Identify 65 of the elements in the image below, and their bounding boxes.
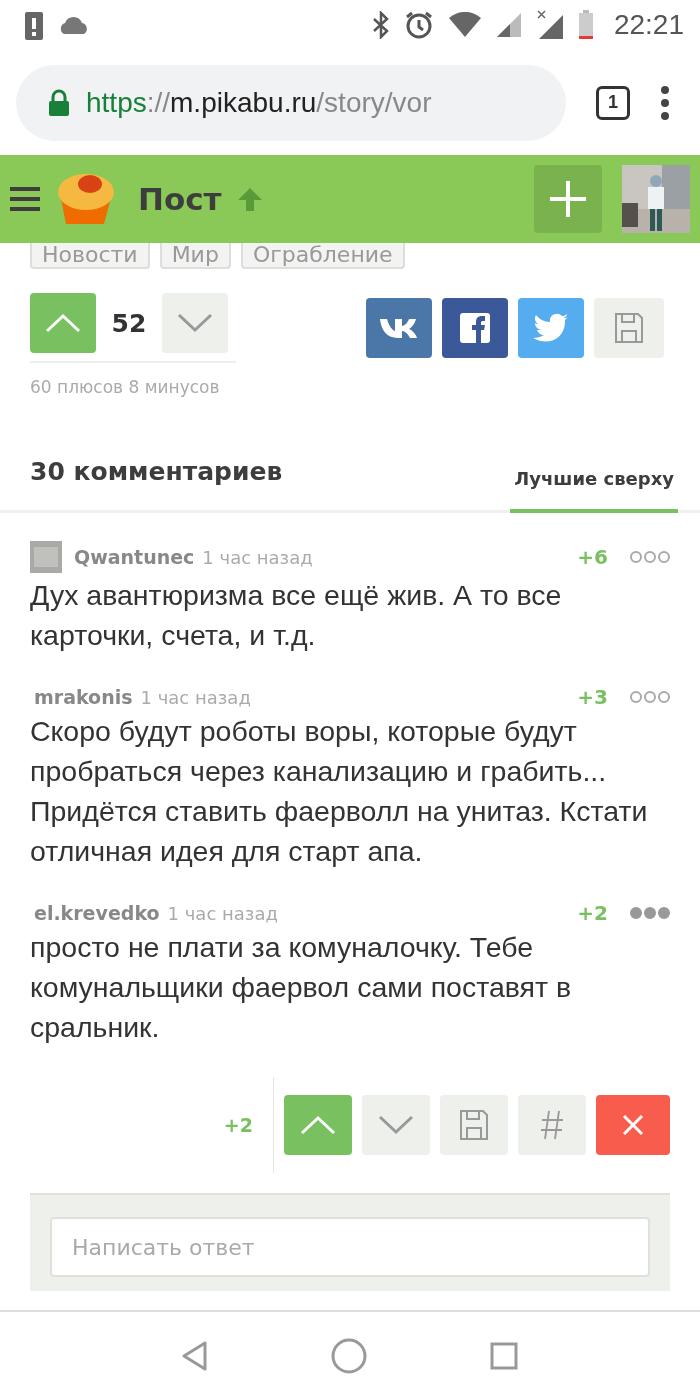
comment-rating: +2 bbox=[577, 901, 608, 925]
tag-link[interactable]: Ограбление bbox=[240, 243, 405, 269]
comment-rating: +2 bbox=[223, 1114, 253, 1136]
upvote-button[interactable] bbox=[284, 1095, 352, 1155]
add-post-button[interactable] bbox=[534, 165, 602, 233]
comment-time: 1 час назад bbox=[140, 686, 251, 708]
comment-text: Скоро будут роботы воры, которые будут пробраться через канализацию и грабить... Придётся ставить фаерволл на унитаз. Кстати отличная идея для старт апа. bbox=[30, 714, 649, 869]
reply-field[interactable]: Написать ответ bbox=[50, 1217, 650, 1277]
comment-text: просто не плати за комуналочку. Тебе комунальщики фаервол сами поставят в сральник. bbox=[30, 930, 573, 1045]
save-button[interactable] bbox=[440, 1095, 508, 1155]
downvote-button[interactable] bbox=[362, 1095, 430, 1155]
clock-time: 22:21 bbox=[613, 9, 684, 41]
bird-icon bbox=[533, 313, 569, 343]
comment-text: Дух авантюризма все ещё жив. А то все карточки, счета, и т.д. bbox=[30, 578, 563, 653]
close-icon bbox=[622, 1114, 644, 1136]
vk-logo-icon bbox=[379, 317, 419, 339]
tag-link[interactable]: Новости bbox=[30, 243, 150, 269]
hash-icon bbox=[540, 1109, 564, 1141]
vk-share-button[interactable] bbox=[366, 298, 432, 358]
chevron-up-icon bbox=[45, 313, 81, 333]
chevron-down-icon bbox=[177, 313, 213, 333]
avatar-icon[interactable] bbox=[30, 541, 62, 573]
downvote-button[interactable] bbox=[162, 293, 228, 353]
facebook-share-button[interactable] bbox=[442, 298, 508, 358]
signal-icon bbox=[535, 10, 564, 40]
comment-time: 1 час назад bbox=[167, 902, 278, 924]
upvote-button[interactable] bbox=[30, 293, 96, 353]
lock-icon bbox=[48, 88, 70, 117]
comment-time: 1 час назад bbox=[202, 546, 313, 568]
more-options-icon[interactable] bbox=[630, 690, 670, 704]
more-options-icon[interactable] bbox=[630, 550, 670, 564]
twitter-share-button[interactable] bbox=[518, 298, 584, 358]
recents-icon[interactable] bbox=[489, 1341, 520, 1371]
wifi-icon bbox=[447, 12, 482, 38]
more-options-icon[interactable] bbox=[630, 906, 670, 920]
menu-icon[interactable] bbox=[10, 187, 40, 211]
close-button[interactable] bbox=[596, 1095, 670, 1155]
comments-count: 30 комментариев bbox=[30, 457, 283, 488]
alarm-icon bbox=[403, 10, 434, 40]
home-icon[interactable] bbox=[330, 1337, 368, 1375]
tag-link[interactable]: Мир bbox=[159, 243, 231, 269]
comment-author[interactable]: mrakonis bbox=[34, 686, 133, 708]
cloud-icon bbox=[58, 15, 90, 35]
link-button[interactable] bbox=[518, 1095, 586, 1155]
signal-icon bbox=[495, 12, 522, 38]
bluetooth-icon bbox=[371, 11, 390, 39]
chevron-down-icon bbox=[378, 1115, 414, 1135]
tab-count-button[interactable]: 1 bbox=[596, 85, 630, 120]
save-button[interactable] bbox=[594, 298, 664, 358]
comment-rating: +3 bbox=[577, 685, 608, 709]
comment-author[interactable]: el.krevedko bbox=[34, 902, 160, 924]
battery-icon bbox=[577, 10, 594, 40]
sort-tab[interactable]: Лучшие сверху bbox=[510, 468, 678, 513]
battery-alert-icon bbox=[24, 10, 44, 40]
chevron-up-icon bbox=[300, 1115, 336, 1135]
more-menu-icon[interactable] bbox=[660, 85, 670, 120]
back-icon[interactable] bbox=[180, 1340, 209, 1372]
url-field[interactable]: https://m.pikabu.ru/story/vor bbox=[16, 64, 566, 141]
vote-breakdown: 60 плюсов 8 минусов bbox=[29, 376, 221, 397]
plus-icon bbox=[548, 179, 588, 219]
comment-rating: +6 bbox=[577, 545, 608, 569]
page-title: Пост bbox=[138, 181, 222, 217]
comment-author[interactable]: Qwantunec bbox=[74, 546, 195, 568]
post-score: 52 bbox=[110, 308, 148, 338]
facebook-logo-icon bbox=[460, 313, 490, 343]
